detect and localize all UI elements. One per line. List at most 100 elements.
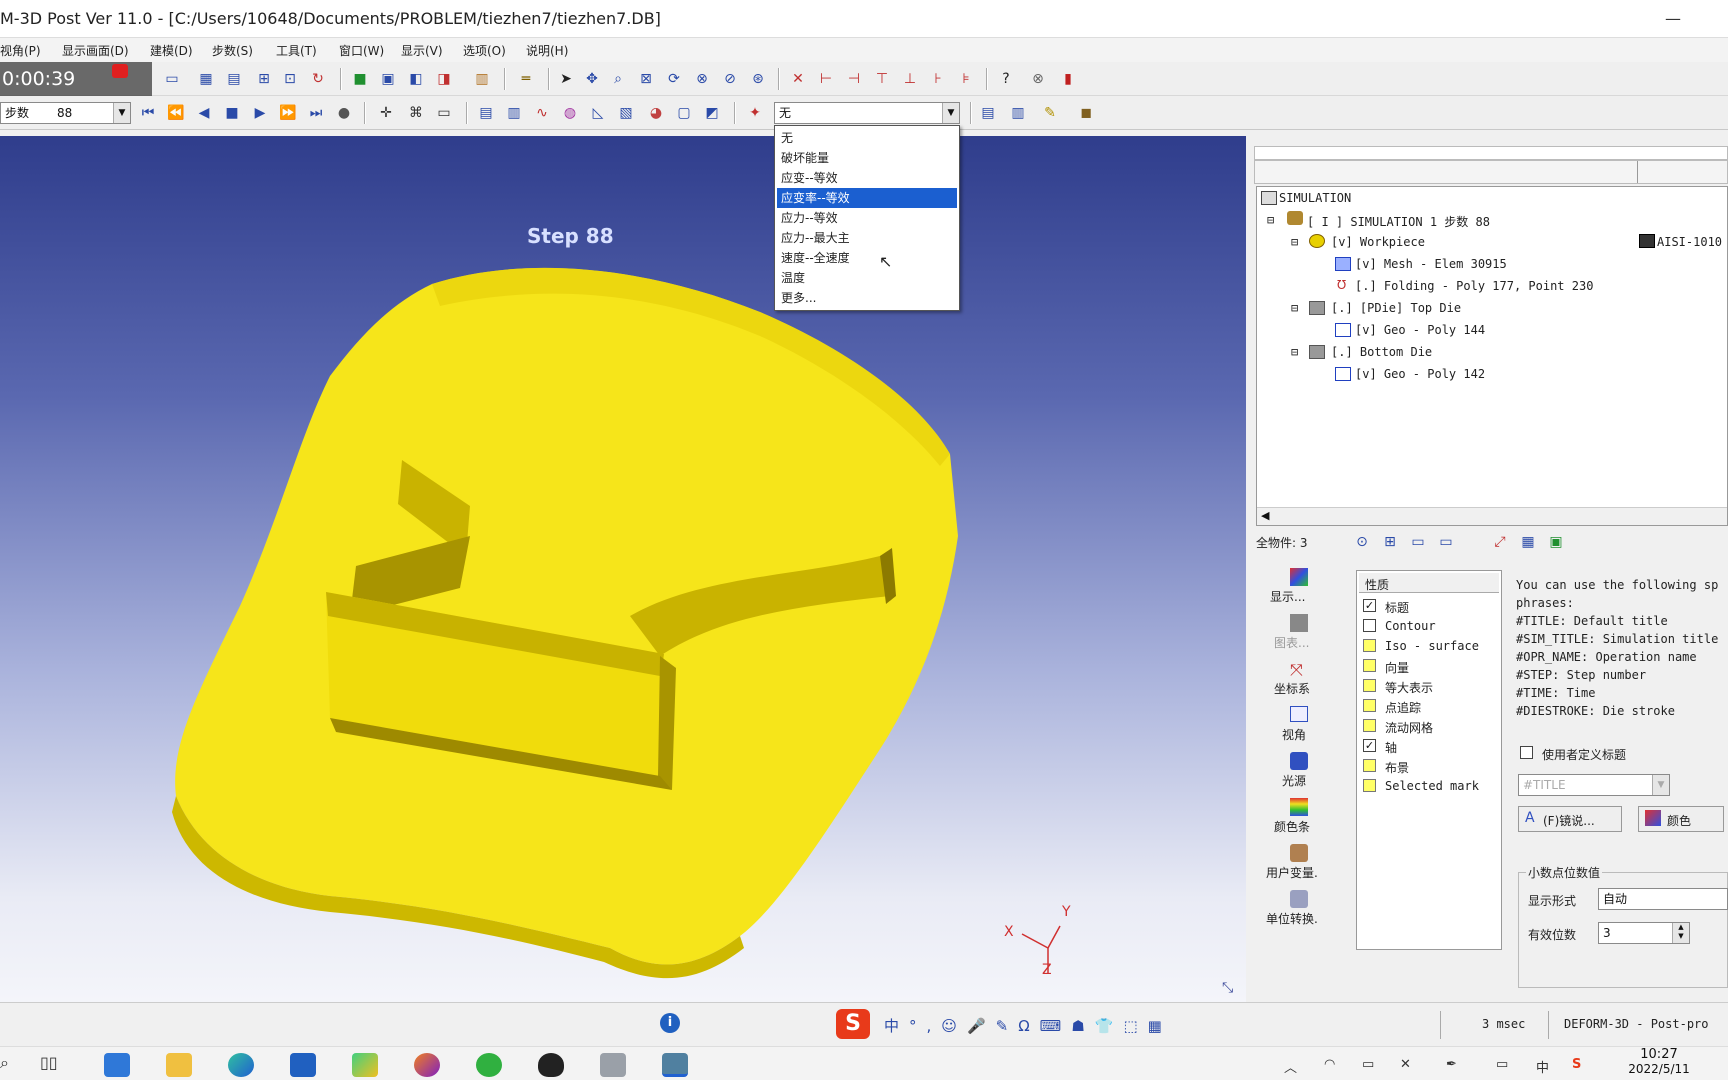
zoom-icon[interactable]: ⌕	[608, 69, 628, 89]
tree-row-bottom-die[interactable]: [.] Bottom Die	[1331, 345, 1432, 359]
ime-crop-icon[interactable]: ⬚	[1123, 1017, 1147, 1035]
object-grid-icon[interactable]: ▦	[1518, 532, 1538, 552]
menu-help[interactable]: 说明(H)	[526, 42, 568, 59]
side-chart[interactable]: 图表...	[1274, 634, 1309, 651]
side-user-variable[interactable]: 用户变量.	[1266, 864, 1318, 881]
display-form-select[interactable]: 自动	[1598, 888, 1728, 910]
play-icon[interactable]: ▶	[250, 103, 270, 123]
zoom-box-icon[interactable]: ⊠	[636, 69, 656, 89]
object-window-icon[interactable]: ▭	[1408, 532, 1428, 552]
graphics-viewport[interactable]: Step 88 X Y Z ⤡	[0, 136, 1246, 1002]
volume-icon[interactable]: ✕	[1400, 1057, 1411, 1072]
minimize-button[interactable]: —	[1660, 6, 1686, 32]
view-icon[interactable]	[1290, 706, 1308, 722]
menu-step[interactable]: 步数(S)	[212, 42, 253, 59]
side-coordinate[interactable]: 坐标系	[1274, 680, 1310, 697]
refresh-icon[interactable]: ↻	[308, 69, 328, 89]
file-explorer-icon[interactable]	[166, 1053, 192, 1077]
property-background[interactable]: 布景	[1385, 759, 1409, 776]
tree-row-top-die[interactable]: [.] [PDie] Top Die	[1331, 301, 1461, 315]
checkbox-iso-surface[interactable]	[1363, 639, 1376, 652]
report-icon[interactable]: ▢	[674, 103, 694, 123]
info-icon[interactable]: i	[660, 1013, 680, 1033]
tree-toggle-icon[interactable]: ⊟	[1291, 345, 1298, 359]
deform-post-icon[interactable]	[662, 1053, 688, 1077]
wire-view-icon[interactable]: ▣	[378, 69, 398, 89]
state-variable-icon[interactable]: ✦	[745, 103, 765, 123]
curve-icon[interactable]: ∿	[532, 103, 552, 123]
axis-view-icon[interactable]: ✕	[788, 69, 808, 89]
edit-icon[interactable]: ✎	[1040, 103, 1060, 123]
grid-icon[interactable]: ▦	[196, 69, 216, 89]
flownet-icon[interactable]: ◍	[560, 103, 580, 123]
camera-icon[interactable]: ●	[334, 103, 354, 123]
color-bar-icon[interactable]	[1290, 798, 1308, 816]
qq-icon[interactable]	[538, 1053, 564, 1077]
checkbox-flow-net[interactable]	[1363, 719, 1376, 732]
property-selected-mark[interactable]: Selected mark	[1385, 779, 1479, 793]
context-help-icon[interactable]: ?	[996, 69, 1016, 89]
side-light[interactable]: 光源	[1282, 772, 1306, 789]
checkbox-point-tracking[interactable]	[1363, 699, 1376, 712]
property-title[interactable]: 标题	[1385, 599, 1409, 616]
side-unit-convert[interactable]: 单位转换.	[1266, 910, 1318, 927]
display-icon[interactable]	[1290, 568, 1308, 586]
sogou-tray-icon[interactable]: S	[1572, 1057, 1581, 1072]
dropdown-item-stress[interactable]: 应力--等效	[777, 208, 957, 228]
window-icon[interactable]: ▭	[162, 69, 182, 89]
object-window2-icon[interactable]: ▭	[1436, 532, 1456, 552]
layout-icon[interactable]: ▤	[224, 69, 244, 89]
checkbox-equal-size[interactable]	[1363, 679, 1376, 692]
unit-convert-icon[interactable]	[1290, 890, 1308, 908]
slice-icon[interactable]: ▧	[616, 103, 636, 123]
tree-toggle-icon[interactable]: ⊟	[1267, 213, 1274, 227]
boundary-icon[interactable]: ▭	[434, 103, 454, 123]
print-icon[interactable]: ▥	[472, 69, 492, 89]
next-fast-icon[interactable]: ⏩	[278, 103, 298, 123]
tree-toggle-icon[interactable]: ⊟	[1291, 235, 1298, 249]
object-mesh-icon[interactable]: ⊞	[1380, 532, 1400, 552]
view-minus-y-icon[interactable]: ⊥	[900, 69, 920, 89]
prev-fast-icon[interactable]: ⏪	[166, 103, 186, 123]
rotate-icon[interactable]: ⟳	[664, 69, 684, 89]
ruler-icon[interactable]: ═	[516, 69, 536, 89]
step-combo[interactable]: 步数 88 ▼	[0, 102, 131, 124]
property-axis[interactable]: 轴	[1385, 739, 1397, 756]
shade-view-icon[interactable]: ◨	[434, 69, 454, 89]
point-tracking-icon[interactable]: ✛	[376, 103, 396, 123]
rotate-y-icon[interactable]: ⊘	[720, 69, 740, 89]
tree-row-bottom-die-geo[interactable]: [v] Geo - Poly 142	[1355, 367, 1485, 381]
battery-icon[interactable]: ▭	[1362, 1057, 1374, 1072]
property-point-tracking[interactable]: 点追踪	[1385, 699, 1421, 716]
side-view[interactable]: 视角	[1282, 726, 1306, 743]
tree-row-top-die-geo[interactable]: [v] Geo - Poly 144	[1355, 323, 1485, 337]
dropdown-item-temperature[interactable]: 温度	[777, 268, 957, 288]
element-icon[interactable]: ⌘	[406, 103, 426, 123]
dropdown-item-velocity[interactable]: 速度--全速度	[777, 248, 957, 268]
task-view-icon[interactable]: ▯▯	[40, 1053, 66, 1077]
chart-icon[interactable]	[1290, 614, 1308, 632]
prev-step-icon[interactable]: ◀	[194, 103, 214, 123]
hidden-view-icon[interactable]: ◧	[406, 69, 426, 89]
spinner-icon[interactable]: ▲ ▼	[1672, 923, 1689, 943]
font-button[interactable]: A (F)镜说...	[1518, 806, 1622, 832]
rotate-z-icon[interactable]: ⊛	[748, 69, 768, 89]
palette-icon[interactable]: ◩	[702, 103, 722, 123]
import-icon[interactable]: ▥	[1008, 103, 1028, 123]
deform-app-icon[interactable]	[600, 1053, 626, 1077]
search-icon[interactable]: ⌕	[0, 1053, 26, 1077]
menu-window[interactable]: 窗口(W)	[339, 42, 384, 59]
dropdown-item-strain[interactable]: 应变--等效	[777, 168, 957, 188]
ime-user-icon[interactable]: ☗	[1071, 1017, 1094, 1035]
ime-voice-icon[interactable]: 🎤	[967, 1017, 996, 1035]
workpiece-material[interactable]: AISI-1010	[1657, 235, 1722, 249]
checkbox-axis[interactable]: ✓	[1363, 739, 1376, 752]
menu-show[interactable]: 显示(V)	[401, 42, 443, 59]
view-minus-z-icon[interactable]: ⊧	[956, 69, 976, 89]
object-tool-icon[interactable]: ⊙	[1352, 532, 1372, 552]
digits-input[interactable]: 3 ▲ ▼	[1598, 922, 1690, 944]
mail-app-icon[interactable]	[104, 1053, 130, 1077]
dropdown-item-strain-rate[interactable]: 应变率--等效	[777, 188, 957, 208]
property-iso-surface[interactable]: Iso - surface	[1385, 639, 1479, 653]
dropdown-item-max-principal-stress[interactable]: 应力--最大主	[777, 228, 957, 248]
